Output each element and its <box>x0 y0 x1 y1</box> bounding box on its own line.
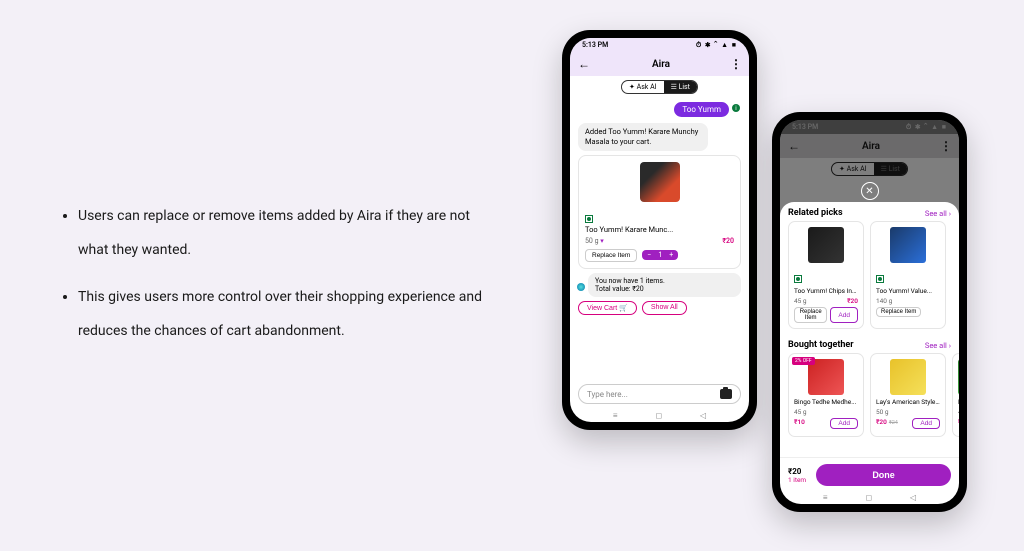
close-icon[interactable]: ✕ <box>861 182 879 200</box>
show-all-button[interactable]: Show All <box>642 301 687 315</box>
add-button[interactable]: Add <box>830 418 858 429</box>
sheet-footer: ₹20 1 item Done <box>780 457 959 492</box>
veg-icon <box>876 275 884 283</box>
product-image <box>640 162 680 202</box>
android-nav: ≡ ◻ ◁ <box>780 492 959 504</box>
bought-together-title: Bought together <box>788 340 854 350</box>
related-card: Too Yumm! Value... 140 g Replace Item <box>870 221 946 329</box>
bullet-2: This gives users more control over their… <box>78 281 500 348</box>
status-icons: ⏱ ✱ ⌃ ▲ ■ <box>696 41 737 50</box>
user-message: Too Yumm i <box>674 102 729 117</box>
phone-mockup-sheet: 5:13 PM ⏱ ✱ ⌃ ▲ ■ ← Aira ⋮ ✦ Ask AI ☰ Li… <box>772 112 967 512</box>
product-image <box>958 359 959 395</box>
product-price: ₹20 <box>722 237 734 245</box>
veg-icon <box>585 215 593 223</box>
bought-card: 2% OFF Bingo Tedhe Medhe... 45 g ₹10Add <box>788 353 864 437</box>
input-placeholder: Type here... <box>587 390 628 399</box>
app-bar: ← Aira ⋮ <box>570 52 749 76</box>
cart-summary: You now have 1 items. Total value: ₹20 <box>588 273 741 297</box>
kebab-icon[interactable]: ⋮ <box>730 57 741 71</box>
add-button[interactable]: Add <box>830 307 858 323</box>
product-image <box>808 227 844 263</box>
product-name: Too Yumm! Karare Munc... <box>585 225 734 234</box>
replace-item-button[interactable]: Replace Item <box>585 249 637 262</box>
add-button[interactable]: Add <box>912 418 940 429</box>
bought-card: Lay's American Style... 50 g ₹20₹24Add <box>870 353 946 437</box>
qty-plus[interactable]: + <box>667 251 675 259</box>
bullet-1: Users can replace or remove items added … <box>78 200 500 267</box>
related-card: Too Yumm! Chips Indian... 45 g₹20 Replac… <box>788 221 864 329</box>
phone-mockup-chat: 5:13 PM ⏱ ✱ ⌃ ▲ ■ ← Aira ⋮ ✦ Ask AI ☰ Li… <box>562 30 757 430</box>
product-weight[interactable]: 50 g <box>585 237 604 245</box>
status-bar: 5:13 PM ⏱ ✱ ⌃ ▲ ■ <box>570 38 749 52</box>
nav-home-icon[interactable]: ◻ <box>865 493 872 502</box>
status-time: 5:13 PM <box>582 41 608 49</box>
ai-message: Added Too Yumm! Karare Munchy Masala to … <box>578 123 708 151</box>
product-card: Too Yumm! Karare Munc... 50 g ₹20 Replac… <box>578 155 741 269</box>
bottom-sheet: Related picks See all Too Yumm! Chips In… <box>780 202 959 504</box>
nav-back-icon[interactable]: ◁ <box>700 411 706 420</box>
product-image <box>890 359 926 395</box>
replace-item-button[interactable]: Replace Item <box>794 307 827 323</box>
nav-back-icon[interactable]: ◁ <box>910 493 916 502</box>
feature-bullets: Users can replace or remove items added … <box>50 200 500 362</box>
camera-icon[interactable] <box>720 389 732 399</box>
nav-home-icon[interactable]: ◻ <box>655 411 662 420</box>
nav-recent-icon[interactable]: ≡ <box>613 411 618 420</box>
see-all-related[interactable]: See all <box>925 209 951 218</box>
related-picks-title: Related picks <box>788 208 843 218</box>
veg-icon <box>794 275 802 283</box>
view-cart-button[interactable]: View Cart 🛒 <box>578 301 637 315</box>
product-image <box>890 227 926 263</box>
nav-recent-icon[interactable]: ≡ <box>823 493 828 502</box>
footer-price: ₹20 <box>788 467 806 476</box>
app-title: Aira <box>592 59 730 70</box>
replace-item-button[interactable]: Replace Item <box>876 307 921 317</box>
related-picks-row[interactable]: Too Yumm! Chips Indian... 45 g₹20 Replac… <box>780 221 959 334</box>
footer-count: 1 item <box>788 476 806 484</box>
qty-minus[interactable]: − <box>645 251 653 259</box>
discount-badge: 2% OFF <box>792 357 815 365</box>
info-icon[interactable]: i <box>732 104 740 112</box>
message-input[interactable]: Type here... <box>578 384 741 404</box>
toggle-list[interactable]: ☰ List <box>664 81 697 93</box>
see-all-bought[interactable]: See all <box>925 341 951 350</box>
back-icon[interactable]: ← <box>578 57 592 71</box>
quantity-stepper: − 1 + <box>642 250 678 260</box>
qty-value: 1 <box>656 251 664 259</box>
chat-area: Too Yumm i Added Too Yumm! Karare Munchy… <box>570 100 749 384</box>
bought-together-row[interactable]: 2% OFF Bingo Tedhe Medhe... 45 g ₹10Add … <box>780 353 959 442</box>
ai-avatar-icon <box>577 283 585 291</box>
toggle-ask-ai[interactable]: ✦ Ask AI <box>622 81 664 93</box>
android-nav: ≡ ◻ ◁ <box>570 410 749 422</box>
bought-card: Lay's S... 40 g ₹20 <box>952 353 959 437</box>
done-button[interactable]: Done <box>816 464 951 486</box>
mode-toggle: ✦ Ask AI ☰ List <box>570 76 749 100</box>
